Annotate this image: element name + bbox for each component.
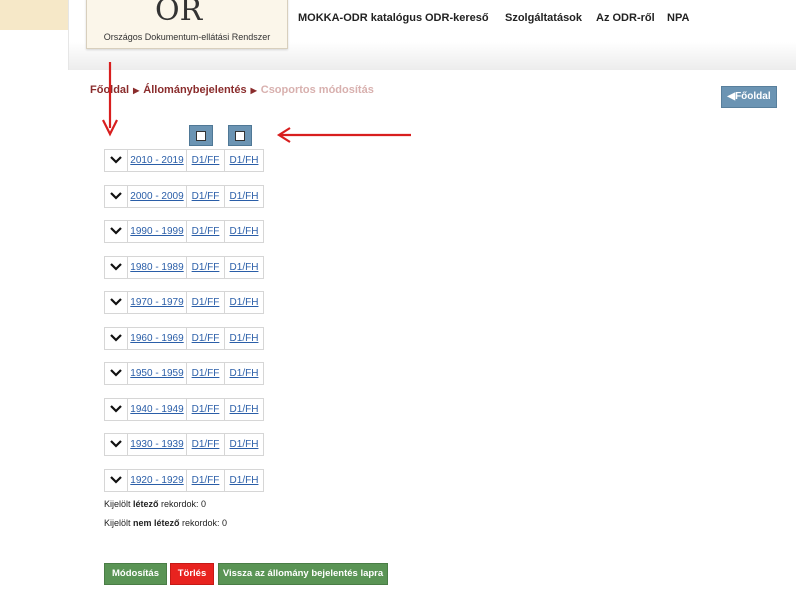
back-to-report-button[interactable]: Vissza az állomány bejelentés lapra bbox=[218, 563, 388, 585]
logo-text: Országos Dokumentum-ellátási Rendszer bbox=[103, 32, 271, 42]
d1-fh-link[interactable]: D1/FH bbox=[230, 262, 259, 273]
chevron-down-icon[interactable] bbox=[105, 327, 128, 349]
nonexisting-records-count: Kijelölt nem létező rekordok: 0 bbox=[104, 518, 228, 528]
breadcrumb-separator-icon: ▶ bbox=[250, 86, 257, 95]
home-button[interactable]: ◀Főoldal bbox=[721, 86, 777, 108]
select-all-fh-checkbox[interactable] bbox=[228, 125, 252, 146]
period-row: 1930 - 1939 D1/FF D1/FH bbox=[104, 433, 264, 456]
d1-fh-link[interactable]: D1/FH bbox=[230, 297, 259, 308]
d1-ff-link[interactable]: D1/FF bbox=[192, 439, 220, 450]
d1-fh-link[interactable]: D1/FH bbox=[230, 475, 259, 486]
d1-ff-link[interactable]: D1/FF bbox=[192, 155, 220, 166]
annotation-arrow-down-icon bbox=[102, 62, 118, 137]
chevron-down-icon[interactable] bbox=[105, 221, 128, 242]
d1-ff-link[interactable]: D1/FF bbox=[192, 404, 220, 415]
d1-fh-link[interactable]: D1/FH bbox=[230, 368, 259, 379]
breadcrumb-current: Csoportos módosítás bbox=[260, 84, 374, 96]
d1-ff-link[interactable]: D1/FF bbox=[192, 226, 220, 237]
chevron-down-icon[interactable] bbox=[105, 292, 128, 313]
d1-ff-link[interactable]: D1/FF bbox=[192, 297, 220, 308]
period-link[interactable]: 2000 - 2009 bbox=[130, 191, 183, 202]
d1-ff-link[interactable]: D1/FF bbox=[192, 333, 220, 344]
chevron-down-icon[interactable] bbox=[105, 469, 128, 491]
d1-fh-link[interactable]: D1/FH bbox=[230, 226, 259, 237]
nav-mokka-odr[interactable]: MOKKA-ODR katalógus bbox=[298, 12, 422, 24]
delete-button[interactable]: Törlés bbox=[170, 563, 214, 585]
d1-ff-link[interactable]: D1/FF bbox=[192, 191, 220, 202]
nav-npa[interactable]: NPA bbox=[667, 12, 689, 24]
period-row: 1960 - 1969 D1/FF D1/FH bbox=[104, 326, 264, 350]
checkbox-icon bbox=[235, 131, 245, 141]
period-row: 1920 - 1929 D1/FF D1/FH bbox=[104, 468, 264, 492]
logo-mark: OR bbox=[155, 0, 203, 28]
d1-fh-link[interactable]: D1/FH bbox=[230, 155, 259, 166]
d1-ff-link[interactable]: D1/FF bbox=[192, 262, 220, 273]
period-link[interactable]: 1990 - 1999 bbox=[130, 226, 183, 237]
annotation-arrow-left-icon bbox=[276, 127, 411, 143]
d1-ff-link[interactable]: D1/FF bbox=[192, 368, 220, 379]
period-link[interactable]: 2010 - 2019 bbox=[130, 155, 183, 166]
period-link[interactable]: 1920 - 1929 bbox=[130, 475, 183, 486]
period-row: 1950 - 1959 D1/FF D1/FH bbox=[104, 362, 264, 385]
checkbox-icon bbox=[196, 131, 206, 141]
d1-fh-link[interactable]: D1/FH bbox=[230, 191, 259, 202]
period-row: 1940 - 1949 D1/FF D1/FH bbox=[104, 397, 264, 421]
chevron-down-icon[interactable] bbox=[105, 150, 128, 171]
period-link[interactable]: 1960 - 1969 bbox=[130, 333, 183, 344]
breadcrumb-allomanybejelentes[interactable]: Állománybejelentés bbox=[143, 84, 246, 96]
caret-left-icon: ◀ bbox=[727, 91, 736, 102]
period-link[interactable]: 1970 - 1979 bbox=[130, 297, 183, 308]
d1-fh-link[interactable]: D1/FH bbox=[230, 439, 259, 450]
period-row: 1990 - 1999 D1/FF D1/FH bbox=[104, 220, 264, 243]
nav-az-odr-rol[interactable]: Az ODR-ről bbox=[596, 12, 655, 24]
existing-records-count: Kijelölt létező rekordok: 0 bbox=[104, 499, 207, 509]
chevron-down-icon[interactable] bbox=[105, 363, 128, 384]
d1-fh-link[interactable]: D1/FH bbox=[230, 333, 259, 344]
nav-szolgaltatasok[interactable]: Szolgáltatások bbox=[505, 12, 582, 24]
chevron-down-icon[interactable] bbox=[105, 185, 128, 207]
period-row: 2000 - 2009 D1/FF D1/FH bbox=[104, 184, 264, 208]
period-link[interactable]: 1930 - 1939 bbox=[130, 439, 183, 450]
period-row: 1980 - 1989 D1/FF D1/FH bbox=[104, 255, 264, 279]
chevron-down-icon[interactable] bbox=[105, 398, 128, 420]
nav-odr-kereso[interactable]: ODR-kereső bbox=[425, 12, 489, 24]
period-row: 2010 - 2019 D1/FF D1/FH bbox=[104, 149, 264, 172]
period-link[interactable]: 1940 - 1949 bbox=[130, 404, 183, 415]
period-link[interactable]: 1980 - 1989 bbox=[130, 262, 183, 273]
chevron-down-icon[interactable] bbox=[105, 256, 128, 278]
breadcrumb: Főoldal▶Állománybejelentés▶Csoportos mód… bbox=[90, 84, 374, 96]
breadcrumb-separator-icon: ▶ bbox=[133, 86, 140, 95]
d1-ff-link[interactable]: D1/FF bbox=[192, 475, 220, 486]
site-logo[interactable]: OR Országos Dokumentum-ellátási Rendszer bbox=[86, 0, 288, 49]
period-row: 1970 - 1979 D1/FF D1/FH bbox=[104, 291, 264, 314]
home-button-label: Főoldal bbox=[735, 91, 771, 102]
select-all-ff-checkbox[interactable] bbox=[189, 125, 213, 146]
d1-fh-link[interactable]: D1/FH bbox=[230, 404, 259, 415]
top-left-strip bbox=[0, 0, 68, 30]
chevron-down-icon[interactable] bbox=[105, 434, 128, 455]
period-link[interactable]: 1950 - 1959 bbox=[130, 368, 183, 379]
modify-button[interactable]: Módosítás bbox=[104, 563, 167, 585]
